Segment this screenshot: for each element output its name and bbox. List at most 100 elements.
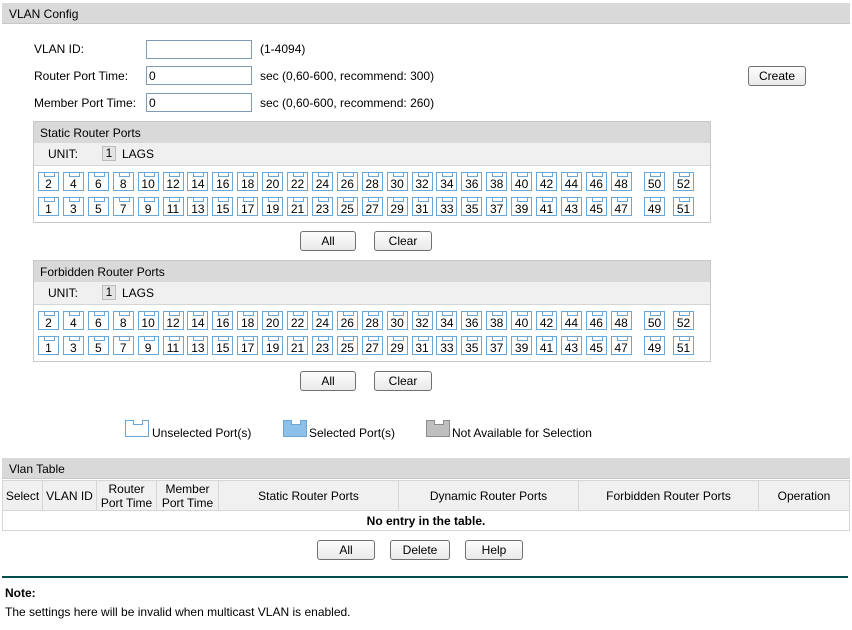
- forbidden-port-32[interactable]: 32: [411, 311, 433, 330]
- static-port-13[interactable]: 13: [187, 197, 209, 216]
- forbidden-port-15[interactable]: 15: [212, 336, 234, 355]
- forbidden-port-40[interactable]: 40: [511, 311, 533, 330]
- forbidden-lags-link[interactable]: LAGS: [122, 286, 154, 300]
- forbidden-port-47[interactable]: 47: [610, 336, 632, 355]
- forbidden-port-38[interactable]: 38: [486, 311, 508, 330]
- forbidden-port-11[interactable]: 11: [162, 336, 184, 355]
- static-port-5[interactable]: 5: [87, 197, 109, 216]
- forbidden-unit-selector[interactable]: 1: [102, 285, 116, 300]
- forbidden-port-26[interactable]: 26: [336, 311, 358, 330]
- static-clear-button[interactable]: Clear: [374, 231, 432, 251]
- forbidden-port-39[interactable]: 39: [511, 336, 533, 355]
- forbidden-port-27[interactable]: 27: [361, 336, 383, 355]
- forbidden-port-51[interactable]: 51: [673, 336, 694, 355]
- static-port-47[interactable]: 47: [610, 197, 632, 216]
- forbidden-port-19[interactable]: 19: [262, 336, 284, 355]
- static-port-11[interactable]: 11: [162, 197, 184, 216]
- static-port-31[interactable]: 31: [411, 197, 433, 216]
- forbidden-port-37[interactable]: 37: [486, 336, 508, 355]
- forbidden-port-31[interactable]: 31: [411, 336, 433, 355]
- forbidden-port-8[interactable]: 8: [112, 311, 134, 330]
- static-port-27[interactable]: 27: [361, 197, 383, 216]
- static-port-10[interactable]: 10: [137, 172, 159, 191]
- static-port-20[interactable]: 20: [262, 172, 284, 191]
- static-port-8[interactable]: 8: [112, 172, 134, 191]
- static-all-button[interactable]: All: [300, 231, 356, 251]
- static-port-51[interactable]: 51: [673, 197, 694, 216]
- forbidden-port-3[interactable]: 3: [62, 336, 84, 355]
- static-port-44[interactable]: 44: [560, 172, 582, 191]
- static-port-12[interactable]: 12: [162, 172, 184, 191]
- forbidden-port-52[interactable]: 52: [673, 311, 694, 330]
- forbidden-port-34[interactable]: 34: [436, 311, 458, 330]
- static-port-38[interactable]: 38: [486, 172, 508, 191]
- static-port-42[interactable]: 42: [536, 172, 557, 191]
- static-port-9[interactable]: 9: [137, 197, 159, 216]
- static-port-36[interactable]: 36: [461, 172, 483, 191]
- static-port-46[interactable]: 46: [585, 172, 607, 191]
- forbidden-port-45[interactable]: 45: [585, 336, 607, 355]
- static-port-37[interactable]: 37: [486, 197, 508, 216]
- static-port-24[interactable]: 24: [311, 172, 333, 191]
- static-port-6[interactable]: 6: [87, 172, 109, 191]
- forbidden-port-23[interactable]: 23: [311, 336, 333, 355]
- forbidden-port-41[interactable]: 41: [536, 336, 557, 355]
- static-port-25[interactable]: 25: [336, 197, 358, 216]
- static-port-1[interactable]: 1: [38, 197, 59, 216]
- static-lags-link[interactable]: LAGS: [122, 147, 154, 161]
- forbidden-port-16[interactable]: 16: [212, 311, 234, 330]
- vlan-id-input[interactable]: [146, 40, 252, 59]
- forbidden-port-42[interactable]: 42: [536, 311, 557, 330]
- static-port-43[interactable]: 43: [560, 197, 582, 216]
- static-port-3[interactable]: 3: [62, 197, 84, 216]
- forbidden-port-50[interactable]: 50: [644, 311, 665, 330]
- static-port-52[interactable]: 52: [673, 172, 694, 191]
- static-port-7[interactable]: 7: [112, 197, 134, 216]
- forbidden-port-48[interactable]: 48: [610, 311, 632, 330]
- forbidden-port-6[interactable]: 6: [87, 311, 109, 330]
- static-port-35[interactable]: 35: [461, 197, 483, 216]
- forbidden-clear-button[interactable]: Clear: [374, 371, 432, 391]
- static-port-14[interactable]: 14: [187, 172, 209, 191]
- static-port-39[interactable]: 39: [511, 197, 533, 216]
- static-port-2[interactable]: 2: [38, 172, 59, 191]
- static-port-29[interactable]: 29: [386, 197, 408, 216]
- static-port-16[interactable]: 16: [212, 172, 234, 191]
- forbidden-port-7[interactable]: 7: [112, 336, 134, 355]
- static-port-4[interactable]: 4: [62, 172, 84, 191]
- create-button[interactable]: Create: [748, 66, 806, 86]
- static-port-17[interactable]: 17: [237, 197, 259, 216]
- forbidden-port-29[interactable]: 29: [386, 336, 408, 355]
- static-port-15[interactable]: 15: [212, 197, 234, 216]
- forbidden-port-20[interactable]: 20: [262, 311, 284, 330]
- forbidden-port-30[interactable]: 30: [386, 311, 408, 330]
- delete-button[interactable]: Delete: [390, 540, 450, 560]
- static-port-32[interactable]: 32: [411, 172, 433, 191]
- static-port-50[interactable]: 50: [644, 172, 665, 191]
- static-port-45[interactable]: 45: [585, 197, 607, 216]
- member-port-time-input[interactable]: [146, 93, 252, 112]
- forbidden-port-17[interactable]: 17: [237, 336, 259, 355]
- static-port-18[interactable]: 18: [237, 172, 259, 191]
- forbidden-port-24[interactable]: 24: [311, 311, 333, 330]
- forbidden-port-49[interactable]: 49: [644, 336, 665, 355]
- static-port-33[interactable]: 33: [436, 197, 458, 216]
- forbidden-port-43[interactable]: 43: [560, 336, 582, 355]
- forbidden-port-5[interactable]: 5: [87, 336, 109, 355]
- forbidden-port-21[interactable]: 21: [287, 336, 308, 355]
- table-all-button[interactable]: All: [317, 540, 375, 560]
- forbidden-port-35[interactable]: 35: [461, 336, 483, 355]
- static-port-19[interactable]: 19: [262, 197, 284, 216]
- static-port-22[interactable]: 22: [287, 172, 308, 191]
- static-port-41[interactable]: 41: [536, 197, 557, 216]
- static-port-49[interactable]: 49: [644, 197, 665, 216]
- static-port-48[interactable]: 48: [610, 172, 632, 191]
- forbidden-port-18[interactable]: 18: [237, 311, 259, 330]
- forbidden-port-10[interactable]: 10: [137, 311, 159, 330]
- forbidden-port-33[interactable]: 33: [436, 336, 458, 355]
- forbidden-port-25[interactable]: 25: [336, 336, 358, 355]
- forbidden-port-14[interactable]: 14: [187, 311, 209, 330]
- router-port-time-input[interactable]: [146, 66, 252, 85]
- forbidden-port-28[interactable]: 28: [361, 311, 383, 330]
- static-port-28[interactable]: 28: [361, 172, 383, 191]
